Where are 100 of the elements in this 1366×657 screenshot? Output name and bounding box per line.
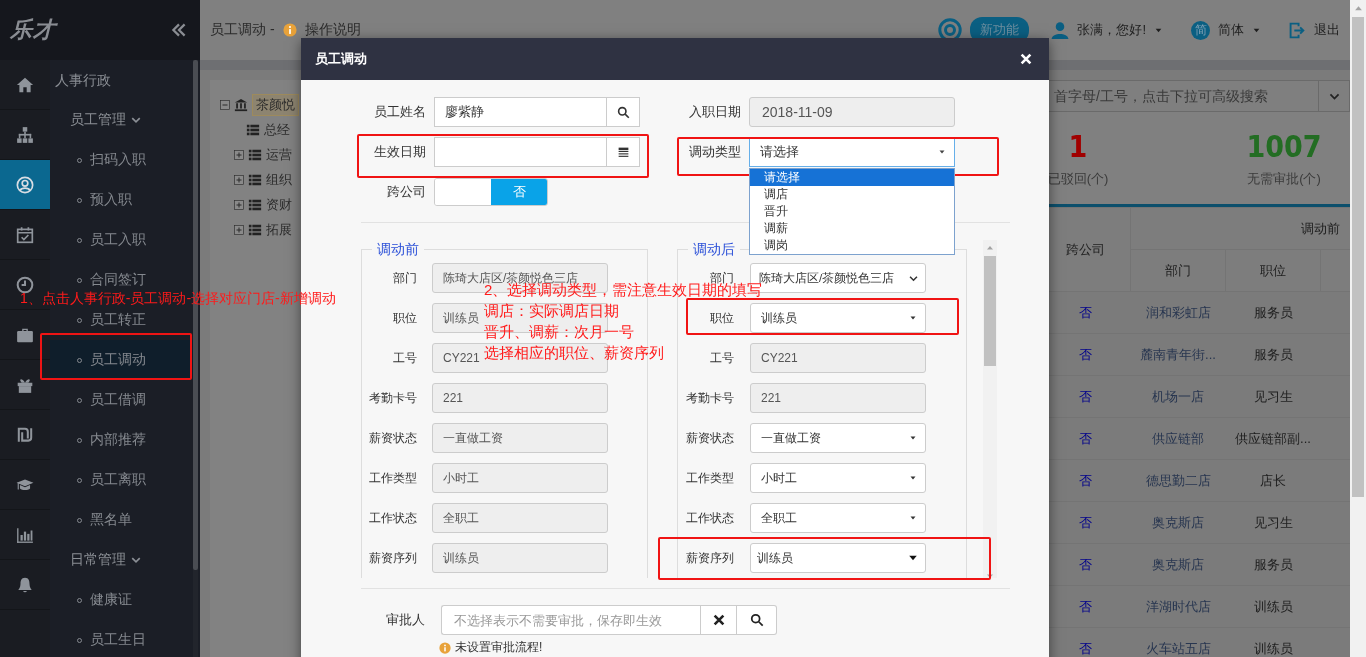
info-icon [439, 641, 451, 654]
dropdown-option[interactable]: 调店 [750, 186, 954, 203]
logo: 乐才 [10, 16, 56, 44]
scroll-down-icon [986, 572, 994, 578]
tree-node[interactable]: 运营 [266, 145, 292, 164]
select-field[interactable]: 训练员 [750, 303, 926, 333]
search-button[interactable] [737, 605, 777, 635]
collapse-button[interactable] [170, 21, 188, 39]
table-cell[interactable]: 火车站五店 [1130, 627, 1226, 657]
field-label: 工作状态 [685, 509, 734, 527]
sitemap-icon [16, 125, 34, 144]
table-cell[interactable]: 供应链部 [1130, 417, 1226, 460]
dialog-title: 员工调动 [315, 50, 367, 68]
minus-box-icon[interactable] [220, 99, 230, 110]
tree-node[interactable]: 资财 [266, 195, 292, 214]
menu-item[interactable]: 预入职 [50, 189, 193, 211]
field-label: 生效日期 [373, 143, 426, 161]
menu-item[interactable]: 员工生日 [50, 629, 193, 651]
language-menu[interactable]: 简体 [1218, 21, 1244, 39]
table-cell[interactable]: 润和彩虹店 [1130, 291, 1226, 334]
table-cell[interactable]: 麓南青年街... [1130, 333, 1226, 376]
table-cell[interactable]: 洋湖时代店 [1130, 585, 1226, 628]
field-label: 薪资序列 [685, 549, 734, 567]
dropdown-button[interactable] [1318, 80, 1350, 112]
menu-group[interactable]: 员工管理 [50, 100, 193, 140]
field-label: 工号 [709, 349, 734, 367]
menu-item[interactable]: 员工入职 [50, 229, 193, 251]
logout-icon [1289, 21, 1306, 39]
plus-box-icon[interactable] [234, 199, 244, 210]
field-label: 工号 [392, 349, 417, 367]
tree-node[interactable]: 组织 [266, 170, 292, 189]
field-label: 职位 [392, 309, 417, 327]
field-label: 考勤卡号 [368, 389, 417, 407]
approver-field[interactable]: 不选择表示不需要审批，保存即生效 [441, 605, 700, 635]
menu-item[interactable]: 内部推荐 [50, 429, 193, 451]
menu-item[interactable]: 黑名单 [50, 509, 193, 531]
date-field[interactable] [434, 137, 606, 167]
caret-icon [938, 148, 946, 156]
bar-chart-icon [16, 525, 34, 544]
plus-box-icon[interactable] [234, 174, 244, 185]
plus-box-icon[interactable] [234, 224, 244, 235]
field-label: 工作类型 [685, 469, 734, 487]
caret-icon [909, 314, 917, 322]
table-cell[interactable]: 奥克斯店 [1130, 501, 1226, 544]
user-menu[interactable]: 张满，您好! [1077, 21, 1146, 39]
field-label: 薪资序列 [368, 549, 417, 567]
search-button[interactable] [606, 97, 640, 127]
dropdown-option[interactable]: 调岗 [750, 237, 954, 254]
table-cell: 店长 [1225, 459, 1321, 502]
section-legend: 调动后 [688, 240, 740, 258]
select-field[interactable]: 训练员 [750, 543, 926, 573]
menu-item[interactable]: 合同签订 [50, 269, 193, 291]
field-label: 审批人 [385, 611, 425, 629]
table-cell: 训练员 [1225, 585, 1321, 628]
list-icon [246, 122, 260, 137]
table-cell[interactable]: 奥克斯店 [1130, 543, 1226, 586]
toggle-switch[interactable]: 否 [434, 178, 548, 206]
readonly-field: CY221 [750, 343, 926, 373]
menu-item[interactable]: 员工离职 [50, 469, 193, 491]
dropdown-option[interactable]: 晋升 [750, 203, 954, 220]
close-button[interactable] [1019, 52, 1033, 66]
list-icon [248, 197, 262, 212]
plus-box-icon[interactable] [234, 149, 244, 160]
readonly-field: 小时工 [432, 463, 608, 493]
field-label: 部门 [710, 269, 734, 285]
menu-item[interactable]: 健康证 [50, 589, 193, 611]
logout-link[interactable]: 退出 [1314, 21, 1340, 39]
scrollbar[interactable] [983, 240, 997, 578]
field-label: 职位 [709, 309, 734, 327]
text-field[interactable]: 廖紫静 [434, 97, 606, 127]
field-label: 部门 [392, 269, 417, 287]
dropdown-option[interactable]: 调薪 [750, 220, 954, 237]
menu-item[interactable]: 员工转正 [50, 309, 193, 331]
select-field[interactable]: 小时工 [750, 463, 926, 493]
table-cell[interactable]: 德思勤二店 [1130, 459, 1226, 502]
dropdown-option[interactable]: 请选择 [750, 169, 954, 186]
rail-item[interactable] [0, 160, 50, 210]
help-link[interactable]: 操作说明 [304, 21, 361, 39]
list-icon [248, 222, 262, 237]
readonly-field: 221 [432, 383, 608, 413]
menu-item[interactable]: 扫码入职 [50, 149, 193, 171]
menu-group[interactable]: 日常管理 [50, 540, 193, 580]
clear-button[interactable] [700, 605, 737, 635]
tree-node[interactable]: 总经 [264, 120, 290, 139]
menu-section-title: 人事行政 [54, 71, 112, 90]
table-cell: 见习生 [1225, 375, 1321, 418]
caret-icon [909, 514, 917, 522]
section-legend: 调动前 [372, 240, 424, 258]
tree-node[interactable]: 拓展 [266, 220, 292, 239]
select-field[interactable]: 请选择 [749, 137, 955, 167]
select-field[interactable]: 一直做工资 [750, 423, 926, 453]
language-icon: 简 [1191, 20, 1210, 40]
menu-item[interactable]: 员工借调 [50, 389, 193, 411]
caret-icon [909, 434, 917, 442]
calendar-button[interactable] [606, 137, 640, 167]
page-scrollbar[interactable] [1350, 0, 1366, 657]
readonly-field: 全职工 [432, 503, 608, 533]
readonly-field: 训练员 [432, 543, 608, 573]
select-field[interactable]: 全职工 [750, 503, 926, 533]
tree-node[interactable]: 茶颜悦 [252, 93, 299, 116]
